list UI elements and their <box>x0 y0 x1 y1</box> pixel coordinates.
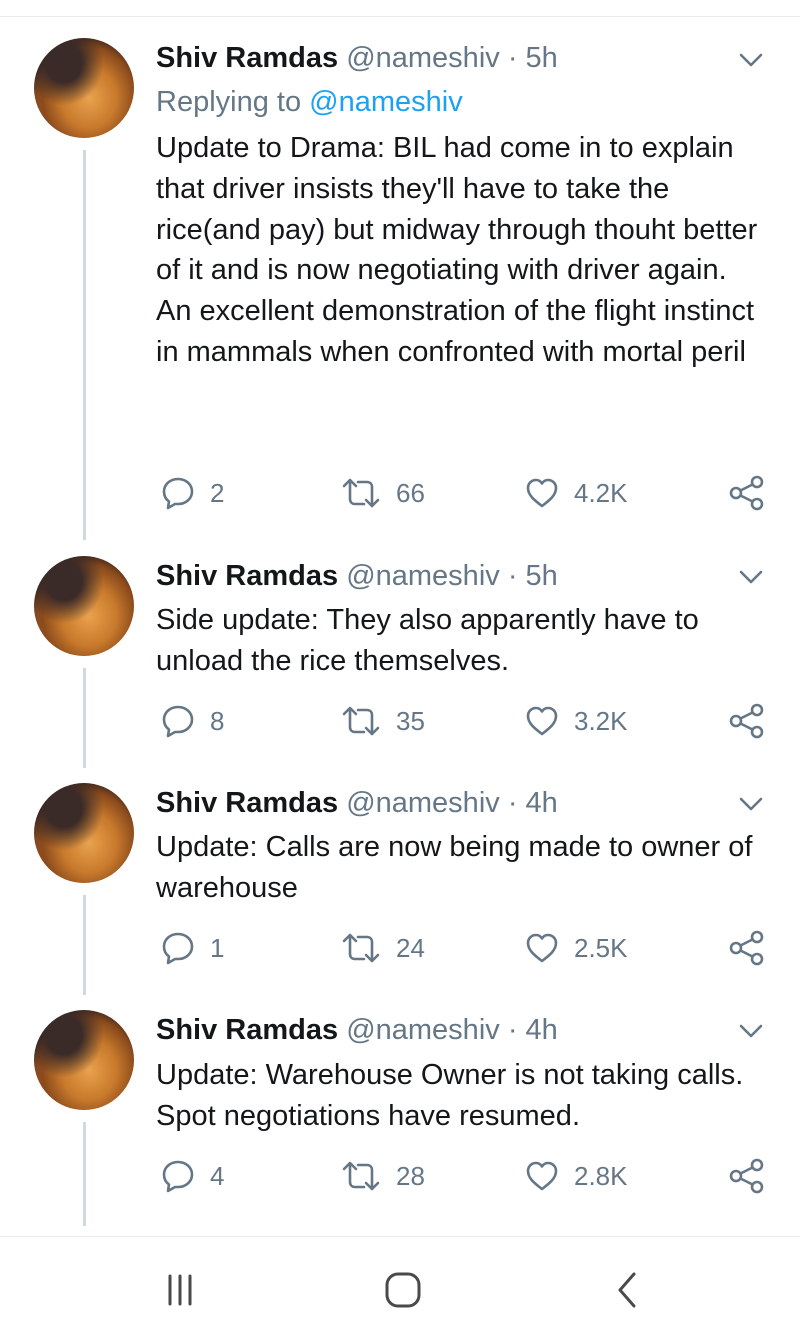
retweet-button[interactable]: 28 <box>340 1156 425 1196</box>
recent-apps-button[interactable] <box>135 1237 225 1343</box>
share-icon <box>729 703 764 739</box>
author-handle-time: @nameshiv · 5h <box>346 560 558 592</box>
heart-icon <box>526 478 558 508</box>
reply-icon <box>162 705 194 738</box>
top-divider <box>0 16 800 17</box>
tweet-header: Shiv Ramdas @nameshiv · 5h <box>156 38 558 78</box>
tweet-header: Shiv Ramdas @nameshiv · 4h <box>156 783 558 823</box>
tweet-text: Update: Warehouse Owner is not taking ca… <box>156 1059 744 1132</box>
reply-button[interactable]: 1 <box>160 928 224 968</box>
like-button[interactable]: 2.8K <box>524 1156 628 1196</box>
share-icon <box>729 475 764 511</box>
tweet-text: Side update: They also apparently have t… <box>156 604 699 677</box>
reply-icon <box>162 477 194 510</box>
like-button[interactable]: 3.2K <box>524 701 628 741</box>
like-count: 3.2K <box>574 705 628 736</box>
tweet-header: Shiv Ramdas @nameshiv · 4h <box>156 1010 558 1050</box>
share-button[interactable] <box>728 473 766 513</box>
avatar[interactable] <box>34 556 134 656</box>
chevron-down-icon[interactable] <box>738 795 764 813</box>
reply-count: 2 <box>210 477 225 508</box>
author-handle-time: @nameshiv · 4h <box>346 787 558 819</box>
replying-to-handle[interactable]: @nameshiv <box>309 86 463 118</box>
tweet-text: Update to Drama: BIL had come in to expl… <box>156 132 758 368</box>
replying-to-label: Replying to <box>156 86 310 118</box>
reply-icon <box>162 1160 194 1193</box>
like-count: 2.5K <box>574 932 628 963</box>
replying-to: Replying to @nameshiv <box>156 82 463 122</box>
avatar[interactable] <box>34 1010 134 1110</box>
share-button[interactable] <box>728 701 766 741</box>
home-icon <box>385 1272 421 1308</box>
author-handle-time: @nameshiv · 5h <box>346 42 558 74</box>
system-navigation-bar <box>0 1236 800 1343</box>
tweet-actions: 4 28 2.8K <box>0 1156 800 1196</box>
reply-button[interactable]: 8 <box>160 701 224 741</box>
retweet-icon <box>342 1161 380 1191</box>
chevron-down-icon[interactable] <box>738 568 764 586</box>
retweet-button[interactable]: 24 <box>340 928 425 968</box>
heart-icon <box>526 933 558 963</box>
retweet-button[interactable]: 35 <box>340 701 425 741</box>
reply-count: 1 <box>210 932 225 963</box>
author-name[interactable]: Shiv Ramdas <box>156 1014 338 1046</box>
retweet-count: 66 <box>396 477 425 508</box>
avatar[interactable] <box>34 783 134 883</box>
back-button[interactable] <box>582 1237 672 1343</box>
heart-icon <box>526 1161 558 1191</box>
avatar[interactable] <box>34 38 134 138</box>
recent-apps-icon <box>168 1274 192 1306</box>
heart-icon <box>526 706 558 736</box>
tweet-actions: 1 24 2.5K <box>0 928 800 968</box>
tweet-actions: 2 66 4.2K <box>0 473 800 513</box>
author-handle-time: @nameshiv · 4h <box>346 1014 558 1046</box>
home-button[interactable] <box>358 1237 448 1343</box>
chevron-down-icon[interactable] <box>738 1022 764 1040</box>
retweet-icon <box>342 706 380 736</box>
like-button[interactable]: 4.2K <box>524 473 628 513</box>
like-button[interactable]: 2.5K <box>524 928 628 968</box>
author-name[interactable]: Shiv Ramdas <box>156 560 338 592</box>
like-count: 2.8K <box>574 1160 628 1191</box>
author-name[interactable]: Shiv Ramdas <box>156 42 338 74</box>
share-button[interactable] <box>728 1156 766 1196</box>
author-name[interactable]: Shiv Ramdas <box>156 787 338 819</box>
retweet-count: 35 <box>396 705 425 736</box>
back-icon <box>618 1272 636 1308</box>
reply-icon <box>162 932 194 965</box>
share-button[interactable] <box>728 928 766 968</box>
share-icon <box>729 930 764 966</box>
like-count: 4.2K <box>574 477 628 508</box>
retweet-count: 24 <box>396 932 425 963</box>
reply-count: 4 <box>210 1160 225 1191</box>
retweet-icon <box>342 478 380 508</box>
retweet-button[interactable]: 66 <box>340 473 425 513</box>
tweet-text: Update: Calls are now being made to owne… <box>156 831 753 904</box>
reply-button[interactable]: 4 <box>160 1156 224 1196</box>
reply-button[interactable]: 2 <box>160 473 224 513</box>
retweet-count: 28 <box>396 1160 425 1191</box>
tweet-header: Shiv Ramdas @nameshiv · 5h <box>156 556 558 596</box>
chevron-down-icon[interactable] <box>738 51 764 69</box>
retweet-icon <box>342 933 380 963</box>
share-icon <box>729 1158 764 1194</box>
reply-count: 8 <box>210 705 225 736</box>
tweet-actions: 8 35 3.2K <box>0 701 800 741</box>
